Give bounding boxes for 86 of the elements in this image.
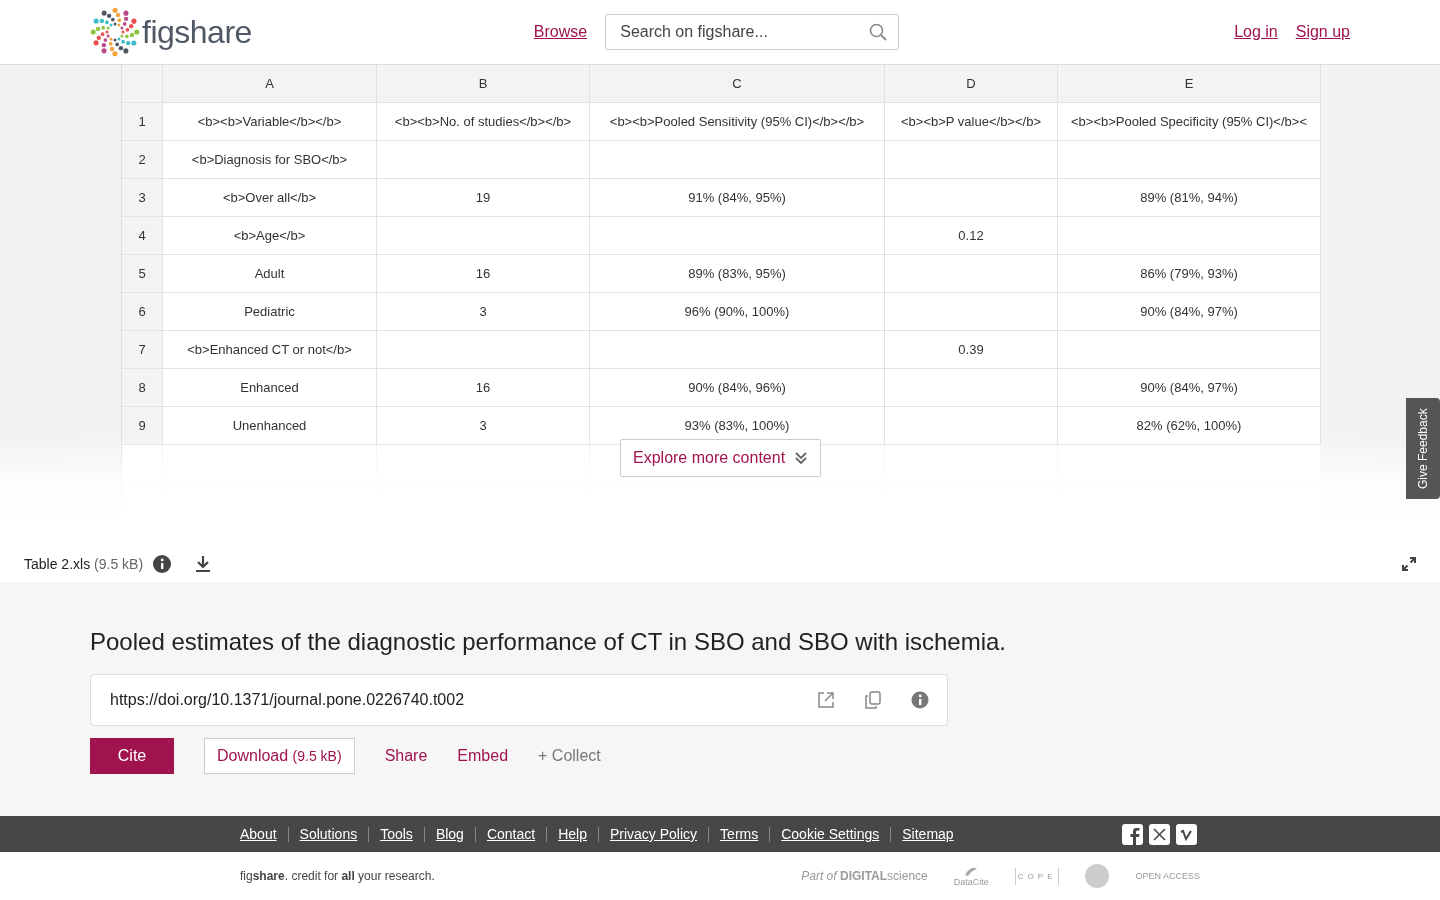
- download-button[interactable]: Download (9.5 kB): [204, 738, 355, 774]
- column-header: C: [590, 65, 885, 102]
- vimeo-icon[interactable]: [1176, 823, 1197, 845]
- nav-link[interactable]: Browse: [533, 23, 588, 41]
- table-cell: 3: [377, 293, 590, 330]
- table-cell: 89% (83%, 95%): [590, 255, 885, 292]
- table-cell: <b>Over all</b>: [163, 179, 377, 216]
- table-cell: 86% (79%, 93%): [1058, 255, 1321, 292]
- x-icon[interactable]: [1149, 823, 1170, 845]
- row-number: 7: [122, 331, 163, 368]
- partner-logo: Part of DIGITALscience: [801, 869, 928, 883]
- table-cell: Adult: [163, 255, 377, 292]
- logo-icon: [90, 7, 140, 57]
- tagline: figshare. credit for all your research.: [240, 869, 435, 883]
- table-cell: 90% (84%, 96%): [590, 369, 885, 406]
- expand-icon[interactable]: [1402, 556, 1416, 571]
- column-header: E: [1058, 65, 1321, 102]
- row-number: 2: [122, 141, 163, 178]
- footer-link[interactable]: Privacy Policy: [609, 826, 698, 842]
- footer-link[interactable]: Terms: [720, 826, 759, 842]
- row-number: 3: [122, 179, 163, 216]
- table-cell: 96% (90%, 100%): [590, 293, 885, 330]
- explore-button[interactable]: Explore more content: [620, 439, 821, 477]
- table-cell: 89% (81%, 94%): [1058, 179, 1321, 216]
- footer-link[interactable]: Help: [558, 826, 587, 842]
- footer-link[interactable]: Sitemap: [902, 826, 954, 842]
- facebook-icon[interactable]: [1122, 823, 1143, 845]
- table-cell: <b><b>Pooled Sensitivity (95% CI)</b></b>: [590, 103, 885, 140]
- footer-link[interactable]: Contact: [486, 826, 536, 842]
- info-icon[interactable]: [153, 554, 172, 573]
- table-cell: <b><b>Variable</b></b>: [163, 103, 377, 140]
- auth-link[interactable]: Sign up: [1295, 23, 1350, 41]
- table-cell: <b>Diagnosis for SBO</b>: [163, 141, 377, 178]
- footer-link[interactable]: Tools: [380, 826, 413, 842]
- search-field[interactable]: Search on figshare...: [605, 14, 900, 50]
- table-cell: 90% (84%, 97%): [1058, 369, 1321, 406]
- copy-icon[interactable]: [865, 691, 881, 709]
- column-header: D: [885, 65, 1058, 102]
- table-cell: <b><b>Pooled Specificity (95% CI)</b><: [1058, 103, 1321, 140]
- auth-link[interactable]: Log in: [1234, 23, 1278, 41]
- column-header: B: [377, 65, 590, 102]
- table-cell: Pediatric: [163, 293, 377, 330]
- logo-text[interactable]: figshare: [142, 13, 252, 51]
- table-cell: Unenhanced: [163, 407, 377, 444]
- seal-icon: [1085, 864, 1110, 888]
- row-number: 1: [122, 103, 163, 140]
- table-cell: <b>Age</b>: [163, 217, 377, 254]
- footer-link[interactable]: About: [240, 826, 277, 842]
- info-icon[interactable]: [911, 691, 929, 709]
- download-icon[interactable]: [195, 555, 212, 572]
- collect-link[interactable]: + Collect: [538, 747, 601, 765]
- table-cell: <b><b>P value</b></b>: [885, 103, 1058, 140]
- table-cell: Enhanced: [163, 369, 377, 406]
- item-title: Pooled estimates of the diagnostic performance of CT in SBO and SBO with ischemia.: [90, 628, 1007, 656]
- row-number: 4: [122, 217, 163, 254]
- doi-link[interactable]: https://doi.org/10.1371/journal.pone.0226740.t002: [110, 691, 787, 709]
- table-cell: <b>Enhanced CT or not</b>: [163, 331, 377, 368]
- embed-link[interactable]: Embed: [457, 747, 509, 765]
- table-cell: 3: [377, 407, 590, 444]
- feedback-tab[interactable]: Give Feedback: [1406, 398, 1440, 499]
- table-cell: 82% (62%, 100%): [1058, 407, 1321, 444]
- cite-button[interactable]: Cite: [90, 738, 174, 774]
- partner-logo: DataCite: [953, 865, 989, 887]
- row-number: 6: [122, 293, 163, 330]
- share-link[interactable]: Share: [384, 747, 428, 765]
- row-number: 9: [122, 407, 163, 444]
- file-name: Table 2.xls (9.5 kB): [24, 555, 144, 572]
- table-cell: 0.12: [885, 217, 1058, 254]
- chevrons-icon: [795, 451, 808, 465]
- table-cell: <b><b>No. of studies</b></b>: [377, 103, 590, 140]
- row-number: 5: [122, 255, 163, 292]
- table-cell: 0.39: [885, 331, 1058, 368]
- row-number: 8: [122, 369, 163, 406]
- search-icon[interactable]: [869, 23, 888, 41]
- table-cell: 16: [377, 369, 590, 406]
- table-cell: 16: [377, 255, 590, 292]
- external-link-icon[interactable]: [817, 691, 835, 709]
- table-cell: 91% (84%, 95%): [590, 179, 885, 216]
- partner-logo: COPE: [1014, 867, 1060, 885]
- table-cell: 90% (84%, 97%): [1058, 293, 1321, 330]
- partner-logo: OPEN ACCESS: [1135, 871, 1200, 881]
- column-header: A: [163, 65, 377, 102]
- footer-link[interactable]: Blog: [435, 826, 464, 842]
- table-cell: 19: [377, 179, 590, 216]
- footer-link[interactable]: Cookie Settings: [781, 826, 880, 842]
- footer-link[interactable]: Solutions: [299, 826, 358, 842]
